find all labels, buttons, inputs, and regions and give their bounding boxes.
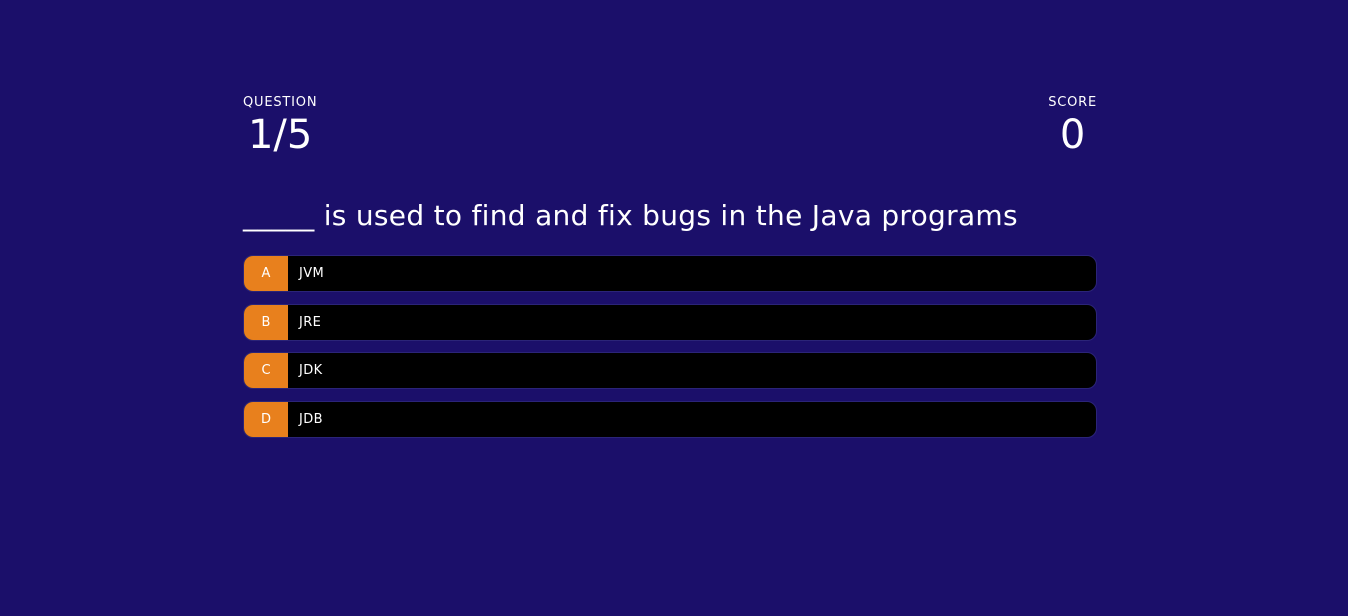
answer-option-d[interactable]: D JDB [243,400,1097,438]
question-label: QUESTION [243,95,318,110]
score-counter: SCORE 0 [1048,95,1097,157]
option-text: JRE [299,314,322,330]
answer-option-c[interactable]: C JDK [243,352,1097,389]
answer-option-a[interactable]: A JVM [243,255,1097,292]
option-letter-badge: D [244,401,288,437]
option-letter-badge: C [244,353,288,388]
answer-option-b[interactable]: B JRE [243,303,1097,341]
score-label: SCORE [1048,95,1097,110]
option-text: JDB [299,411,323,427]
option-text: JDK [299,363,323,378]
answer-options: A JVM B JRE C JDK D JDB [243,255,1097,438]
option-text: JVM [299,266,325,281]
quiz-hud: QUESTION 1/5 SCORE 0 [243,95,1097,157]
quiz-container: QUESTION 1/5 SCORE 0 _____ is used to fi… [243,95,1097,449]
score-value: 0 [1059,112,1086,158]
question-counter: QUESTION 1/5 [243,95,317,157]
option-letter-badge: B [244,304,288,340]
question-text: _____ is used to find and fix bugs in th… [243,199,1018,232]
option-letter-badge: A [244,256,288,291]
question-progress: 1/5 [247,112,313,158]
